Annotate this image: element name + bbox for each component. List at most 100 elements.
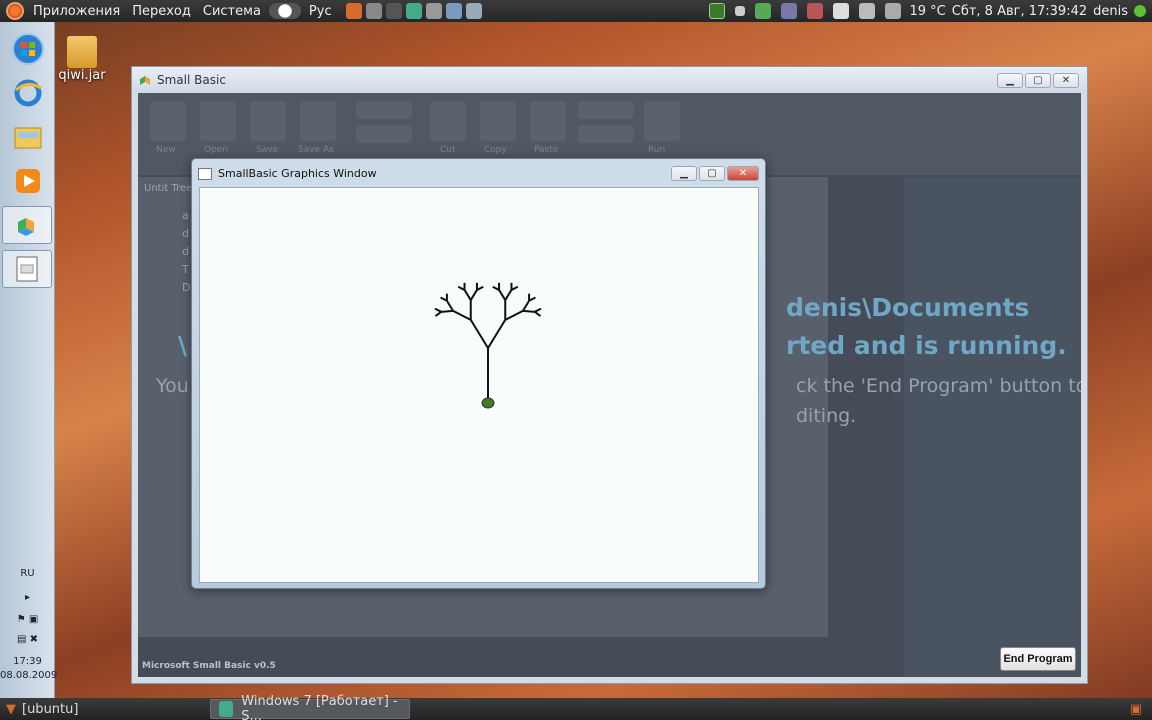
running-hint-start: You xyxy=(156,375,189,397)
new-label: New xyxy=(156,145,176,155)
internet-explorer-icon xyxy=(14,79,42,107)
minimize-button[interactable]: ▁ xyxy=(997,73,1023,88)
graphics-minimize-button[interactable]: ▁ xyxy=(671,166,697,181)
smallbasic-window-controls: ▁ ▢ ✕ xyxy=(997,73,1079,88)
smallbasic-titlebar[interactable]: Small Basic xyxy=(132,67,1087,93)
menu-applications[interactable]: Приложения xyxy=(27,4,126,19)
graphics-window-taskbar-button[interactable] xyxy=(2,250,52,288)
cube-launcher-icon[interactable] xyxy=(465,3,482,19)
battery-icon[interactable] xyxy=(735,6,746,16)
copy-button[interactable] xyxy=(480,101,516,141)
tree-branch xyxy=(469,289,478,301)
tab-tree[interactable]: Tree xyxy=(171,183,192,194)
taskbar-date[interactable]: 08.08.2009 xyxy=(0,670,57,681)
maximize-button[interactable]: ▢ xyxy=(1025,73,1051,88)
save-label: Save xyxy=(256,145,279,155)
tree-branch xyxy=(469,319,489,349)
ubuntu-logo-icon[interactable] xyxy=(6,2,24,20)
notification-icon[interactable] xyxy=(807,3,824,19)
volume-icon[interactable] xyxy=(885,3,902,19)
trash-icon[interactable]: ▣ xyxy=(1130,702,1142,717)
tree-branch xyxy=(441,309,454,313)
undo-button[interactable] xyxy=(578,101,634,119)
code-editor[interactable]: a d d T D xyxy=(182,207,190,297)
menu-system[interactable]: Система xyxy=(197,4,267,19)
publish-button[interactable] xyxy=(356,125,412,143)
expand-tray-icon[interactable]: ▸ xyxy=(0,592,55,603)
task-ubuntu[interactable]: ▼ [ubuntu] xyxy=(0,699,210,719)
tree-branch xyxy=(452,309,472,321)
signal-icon[interactable] xyxy=(781,3,798,19)
save-as-button[interactable] xyxy=(300,101,336,141)
taskbar-time[interactable]: 17:39 xyxy=(0,656,55,667)
weather[interactable]: 19 °C xyxy=(909,4,945,19)
tray-icons-2[interactable]: ▤ ✖ xyxy=(0,634,55,645)
close-button[interactable]: ✕ xyxy=(1053,73,1079,88)
task-virtualbox[interactable]: Windows 7 [Работает] - S... xyxy=(210,694,410,720)
save-button[interactable] xyxy=(250,101,286,141)
firefox-launcher-icon[interactable] xyxy=(345,3,362,19)
terminal-launcher-icon[interactable] xyxy=(385,3,402,19)
graphics-titlebar[interactable]: SmallBasic Graphics Window xyxy=(198,167,377,180)
screenshot-launcher-icon[interactable] xyxy=(425,3,442,19)
tree-branch xyxy=(504,309,524,321)
desktop-icon-qiwi[interactable]: qiwi.jar xyxy=(58,36,106,83)
smallbasic-title-icon xyxy=(140,76,150,85)
graphics-close-button[interactable]: ✕ xyxy=(727,166,759,181)
eyes-icon xyxy=(268,3,301,19)
smallbasic-title: Small Basic xyxy=(157,73,226,87)
menu-places[interactable]: Переход xyxy=(126,4,197,19)
media-player-icon xyxy=(16,169,40,193)
new-button[interactable] xyxy=(150,101,186,141)
save-as-label: Save As xyxy=(298,145,334,155)
tree-branch xyxy=(522,300,530,312)
end-program-button[interactable]: End Program xyxy=(1000,647,1076,671)
internet-explorer-button[interactable] xyxy=(8,74,48,112)
language-indicator[interactable]: RU xyxy=(0,568,55,579)
graphics-canvas[interactable] xyxy=(199,187,759,583)
user-status-icon[interactable] xyxy=(1134,5,1146,17)
run-button[interactable] xyxy=(644,101,680,141)
smallbasic-taskbar-button[interactable] xyxy=(2,206,52,244)
running-path: denis\Documents xyxy=(786,293,1030,322)
network-launcher-icon[interactable] xyxy=(445,3,462,19)
system-monitor-icon[interactable] xyxy=(709,3,726,19)
graphics-window: SmallBasic Graphics Window ▁ ▢ ✕ xyxy=(191,158,766,589)
window-document-icon xyxy=(16,256,38,282)
power-icon[interactable] xyxy=(859,3,876,19)
virtualbox-task-icon xyxy=(219,701,234,717)
media-player-button[interactable] xyxy=(8,162,48,200)
running-fragment: \ xyxy=(178,331,188,360)
start-button[interactable] xyxy=(8,30,48,68)
import-button[interactable] xyxy=(356,101,412,119)
graphics-maximize-button[interactable]: ▢ xyxy=(699,166,725,181)
redo-button[interactable] xyxy=(578,125,634,143)
running-status: rted and is running. xyxy=(786,331,1067,360)
fractal-tree xyxy=(434,282,542,409)
cut-button[interactable] xyxy=(430,101,466,141)
running-hint-end: diting. xyxy=(796,405,857,427)
windows7-taskbar: RU ▸ ⚑ ▣ ▤ ✖ 17:39 08.08.2009 xyxy=(0,22,57,698)
graphics-window-icon xyxy=(198,167,212,180)
right-pane xyxy=(904,177,1081,677)
bottom-panel: ▼ [ubuntu] Windows 7 [Работает] - S... ▣ xyxy=(0,694,1152,720)
ubuntu-task-icon: ▼ xyxy=(6,701,16,717)
tray-icons[interactable]: ⚑ ▣ xyxy=(0,614,55,625)
mail-icon[interactable] xyxy=(833,3,850,19)
paste-button[interactable] xyxy=(530,101,566,141)
tool-launcher-icon[interactable] xyxy=(365,3,382,19)
tab-untitled[interactable]: Untit xyxy=(144,183,168,194)
clock[interactable]: Сбт, 8 Авг, 17:39:42 xyxy=(952,4,1087,19)
top-panel: Приложения Переход Система Рус 19 °C Сбт… xyxy=(0,0,1152,22)
turtle-icon xyxy=(481,397,495,409)
keyboard-layout[interactable]: Рус xyxy=(303,4,338,19)
explorer-button[interactable] xyxy=(8,118,48,156)
network-tray-icon[interactable] xyxy=(755,3,772,19)
user-name[interactable]: denis xyxy=(1093,4,1128,19)
open-button[interactable] xyxy=(200,101,236,141)
windows-orb-icon xyxy=(12,33,44,65)
editor-tabs: Untit Tree xyxy=(144,183,192,194)
virtualbox-launcher-icon[interactable] xyxy=(405,3,422,19)
tree-branch xyxy=(446,300,454,312)
tree-branch xyxy=(498,289,507,301)
